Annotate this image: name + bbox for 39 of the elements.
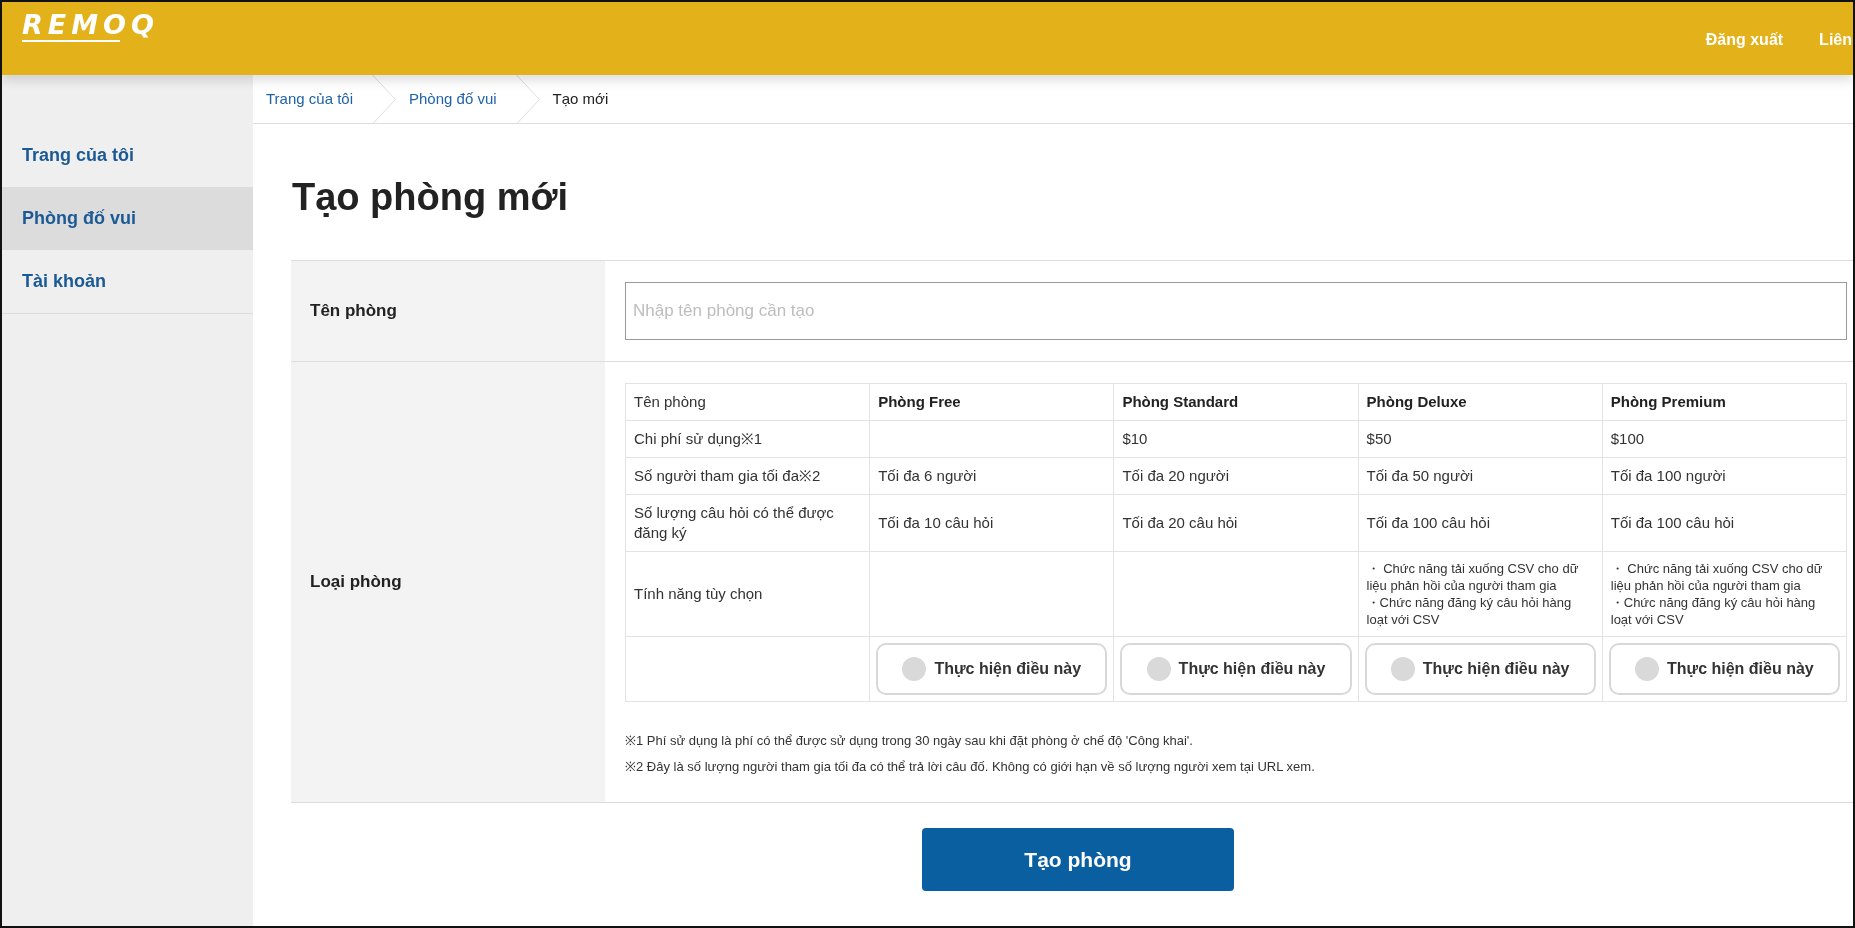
sidebar-item[interactable]: Phòng đố vui [2, 187, 253, 250]
plan-name: Phòng Premium [1602, 383, 1847, 421]
table-cell: Tối đa 100 người [1602, 457, 1847, 495]
page-title: Tạo phòng mới [292, 175, 570, 220]
plan-name: Phòng Deluxe [1358, 383, 1603, 421]
field-label: Loại phòng [291, 362, 605, 802]
option-text: ・ Chức năng tải xuống CSV cho dữ liệu phản hồi của người tham gia [1366, 560, 1580, 594]
plan-name: Phòng Free [869, 383, 1114, 421]
plan-select-button[interactable]: Thực hiện điều này [1364, 643, 1596, 695]
table-cell: $100 [1602, 420, 1847, 458]
table-cell: Số lượng câu hỏi có thể được đăng ký [625, 494, 870, 552]
table-cell: Tối đa 10 câu hỏi [869, 494, 1114, 552]
field-label: Tên phòng [291, 261, 605, 361]
option-text: ・Chức năng đăng ký câu hỏi hàng loạt với CSV [1366, 594, 1573, 628]
table-cell: Tối đa 20 câu hỏi [1113, 494, 1359, 552]
table-cell: Chi phí sử dụng※1 [625, 420, 870, 458]
option-text: ・Chức năng đăng ký câu hỏi hàng loạt với CSV [1610, 594, 1817, 628]
table-cell: Tối đa 6 người [869, 457, 1114, 495]
table-cell: Tên phòng [625, 383, 870, 421]
plan-name: Phòng Standard [1113, 383, 1359, 421]
breadcrumb-link[interactable]: Trang của tôi [266, 89, 353, 109]
create-room-button[interactable]: Tạo phòng [922, 828, 1234, 891]
room-name-input[interactable]: Nhập tên phòng cần tạo [625, 282, 1847, 340]
footnote: ※2 Đây là số lượng người tham gia tối đa có thể trả lời câu đố. Không có giới hạn về số lượng người xem tại URL xem. [625, 758, 1316, 776]
plan-select-button[interactable]: Thực hiện điều này [1120, 643, 1352, 695]
plan-select-button[interactable]: Thực hiện điều này [876, 643, 1108, 695]
table-cell: $10 [1113, 420, 1359, 458]
table-cell: Tối đa 20 người [1113, 457, 1359, 495]
footnote: ※1 Phí sử dụng là phí có thể được sử dụng trong 30 ngày sau khi đặt phòng ở chế độ 'Công khai'. [625, 732, 1194, 750]
plan-select-button[interactable]: Thực hiện điều này [1608, 643, 1840, 695]
table-cell: $50 [1358, 420, 1603, 458]
table-cell: Tối đa 100 câu hỏi [1358, 494, 1603, 552]
table-cell: Tính năng tùy chọn [625, 551, 870, 637]
table-cell: Tối đa 100 câu hỏi [1602, 494, 1847, 552]
option-text: ・ Chức năng tải xuống CSV cho dữ liệu phản hồi của người tham gia [1610, 560, 1824, 594]
breadcrumb-link[interactable]: Phòng đố vui [409, 89, 497, 109]
table-cell: Số người tham gia tối đa※2 [625, 457, 870, 495]
breadcrumb-current-page: Tạo mới [552, 89, 609, 109]
table-cell: Tối đa 50 người [1358, 457, 1603, 495]
